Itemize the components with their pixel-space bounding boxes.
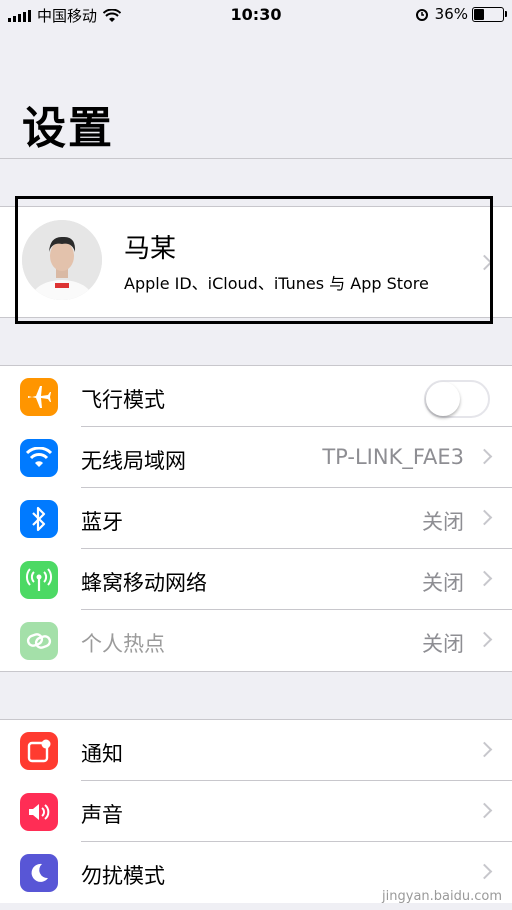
wifi-icon	[20, 439, 58, 477]
toggle-knob	[426, 382, 460, 416]
connectivity-group: 飞行模式 无线局域网 TP-LINK_FAE3 蓝牙 关闭 蜂窝移动网络 关闭	[0, 365, 512, 672]
bluetooth-icon	[20, 500, 58, 538]
status-bar: 中国移动 10:30 36%	[0, 0, 512, 30]
battery-fill	[474, 8, 485, 20]
hotspot-icon	[20, 622, 58, 660]
page-title: 设置	[22, 103, 114, 154]
cellular-label: 蜂窝移动网络	[81, 571, 207, 595]
header-divider	[0, 158, 512, 159]
bluetooth-label: 蓝牙	[81, 510, 123, 534]
sound-row[interactable]: 声音	[0, 781, 512, 842]
airplane-mode-label: 飞行模式	[81, 388, 165, 412]
chevron-right-icon	[476, 802, 493, 819]
bluetooth-row[interactable]: 蓝牙 关闭	[0, 488, 512, 549]
sound-label: 声音	[81, 803, 123, 827]
notifications-label: 通知	[81, 742, 123, 766]
chevron-right-icon	[476, 509, 493, 526]
wifi-row[interactable]: 无线局域网 TP-LINK_FAE3	[0, 427, 512, 488]
wifi-value: TP-LINK_FAE3	[322, 445, 464, 469]
wifi-label: 无线局域网	[81, 449, 186, 473]
battery-icon	[472, 6, 507, 22]
airplane-mode-toggle[interactable]	[424, 380, 490, 418]
alarm-icon	[415, 9, 428, 21]
status-right: 36%	[415, 5, 507, 23]
chevron-right-icon	[476, 448, 493, 465]
notifications-group: 通知 声音 勿扰模式	[0, 719, 512, 903]
cellular-row[interactable]: 蜂窝移动网络 关闭	[0, 549, 512, 610]
do-not-disturb-label: 勿扰模式	[81, 864, 165, 888]
battery-percent: 36%	[434, 5, 468, 23]
airplane-mode-row: 飞行模式	[0, 366, 512, 427]
hotspot-label: 个人热点	[81, 632, 165, 656]
sound-icon	[20, 793, 58, 831]
cellular-value: 关闭	[422, 571, 464, 595]
airplane-icon	[20, 378, 58, 416]
highlight-box	[15, 196, 493, 324]
notifications-row[interactable]: 通知	[0, 720, 512, 781]
chevron-right-icon	[476, 570, 493, 587]
chevron-right-icon	[476, 741, 493, 758]
chevron-right-icon	[476, 631, 493, 648]
moon-icon	[20, 854, 58, 892]
cellular-icon	[20, 561, 58, 599]
hotspot-value: 关闭	[422, 632, 464, 656]
hotspot-row[interactable]: 个人热点 关闭	[0, 610, 512, 671]
chevron-right-icon	[476, 863, 493, 880]
bluetooth-value: 关闭	[422, 510, 464, 534]
watermark: jingyan.baidu.com	[382, 889, 502, 904]
notifications-icon	[20, 732, 58, 770]
